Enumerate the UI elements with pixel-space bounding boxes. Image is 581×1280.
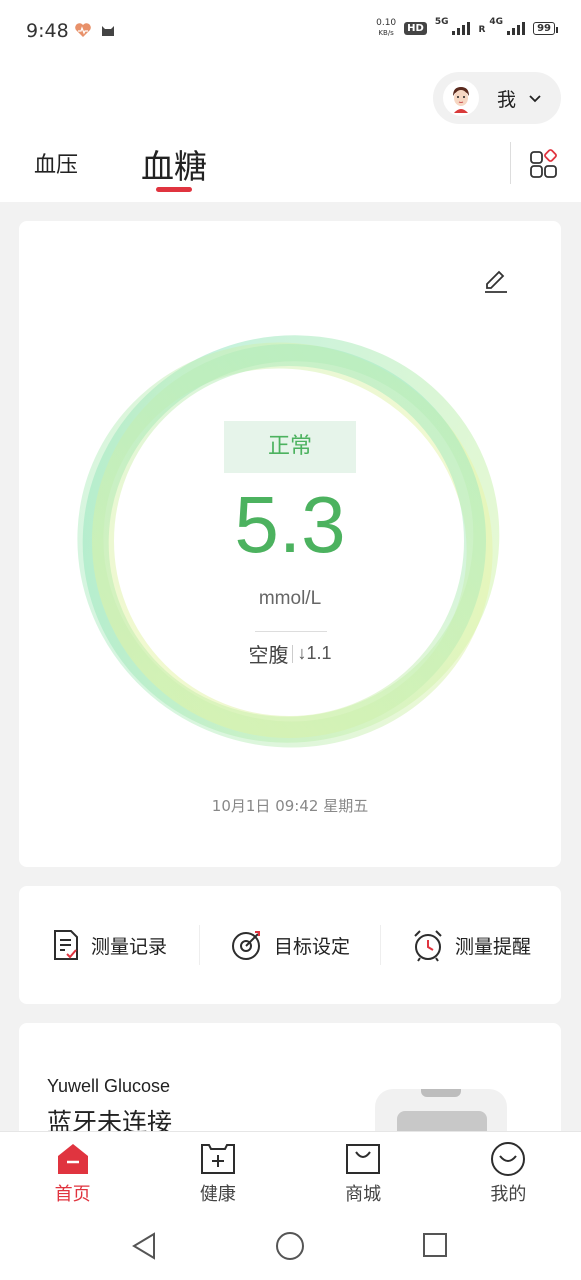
avatar-icon: [446, 83, 476, 113]
profile-switcher[interactable]: 我: [433, 72, 561, 124]
status-bar: 9:48 0.10 KB/s HD 5G R 4G 99: [0, 0, 581, 62]
notification-icons: [74, 22, 116, 38]
sim2-network: 4G: [489, 17, 504, 27]
action-target-label: 目标设定: [273, 935, 350, 958]
nav-shop[interactable]: 商城: [291, 1132, 436, 1212]
chevron-down-icon: [529, 95, 541, 103]
recents-icon[interactable]: [422, 1232, 448, 1258]
nav-mine-label: 我的: [490, 1184, 527, 1205]
home-icon: [57, 1144, 88, 1174]
action-reminder-label: 测量提醒: [454, 935, 531, 958]
target-icon: [231, 931, 260, 960]
nav-health[interactable]: 健康: [145, 1132, 290, 1212]
system-nav-bar: [0, 1211, 581, 1280]
back-icon[interactable]: [130, 1231, 158, 1261]
battery-icon: 99: [533, 21, 558, 35]
bottom-nav: 首页 健康 商城 我的: [0, 1131, 581, 1212]
system-status-icons: 0.10 KB/s HD 5G R 4G 99: [376, 17, 558, 38]
health-icon: [200, 1144, 235, 1174]
glucose-unit: mmol/L: [258, 588, 322, 609]
meal-divider: [292, 644, 294, 663]
nav-mine[interactable]: 我的: [436, 1132, 581, 1212]
action-records[interactable]: 测量记录: [19, 928, 199, 962]
status-badge: 正常: [224, 421, 356, 473]
action-target[interactable]: 目标设定: [200, 928, 380, 962]
hd-badge: HD: [404, 21, 427, 35]
reading-timestamp: 10月1日 09:42 星期五: [211, 797, 369, 815]
apps-grid-icon[interactable]: [529, 148, 561, 180]
cat-icon: [102, 26, 114, 36]
tab-blood-glucose[interactable]: 血糖: [141, 140, 207, 188]
glucose-value: 5.3: [234, 480, 346, 569]
alarm-icon: [414, 930, 442, 962]
avatar: [443, 80, 479, 116]
nav-home-label: 首页: [54, 1184, 91, 1205]
meal-context: 空腹 ↓1.1: [19, 639, 561, 668]
header: 我 血压 血糖: [0, 62, 581, 202]
health-heart-icon: [75, 23, 91, 37]
header-divider: [510, 142, 511, 184]
home-circle-icon[interactable]: [275, 1231, 305, 1261]
edit-icon[interactable]: [482, 267, 510, 295]
signal-icon-2: [507, 21, 526, 35]
signal-icon: [452, 21, 471, 35]
shop-icon: [346, 1144, 381, 1174]
active-tab-indicator: [156, 187, 192, 192]
device-name: Yuwell Glucose: [47, 1076, 171, 1096]
meal-label: 空腹: [248, 643, 289, 667]
status-time: 9:48: [26, 20, 69, 42]
mine-icon: [491, 1142, 526, 1176]
roaming-label: R: [478, 25, 486, 35]
sim1-network: 5G: [434, 17, 449, 27]
nav-health-label: 健康: [199, 1184, 236, 1205]
tab-blood-pressure[interactable]: 血压: [34, 147, 78, 179]
quick-actions-card: 测量记录 目标设定 测量提醒: [19, 886, 561, 1004]
nav-shop-label: 商城: [345, 1184, 382, 1205]
profile-name: 我: [497, 88, 517, 111]
value-divider: [255, 631, 327, 632]
net-speed: 0.10 KB/s: [376, 18, 397, 37]
glucose-reading-card: 正常 5.3 mmol/L 空腹 ↓1.1 10月1日 09:42 星期五: [19, 221, 561, 867]
action-reminder[interactable]: 测量提醒: [381, 928, 561, 962]
nav-home[interactable]: 首页: [0, 1132, 145, 1212]
action-records-label: 测量记录: [90, 935, 167, 958]
delta-value: ↓1.1: [297, 643, 332, 663]
record-icon: [53, 930, 78, 960]
